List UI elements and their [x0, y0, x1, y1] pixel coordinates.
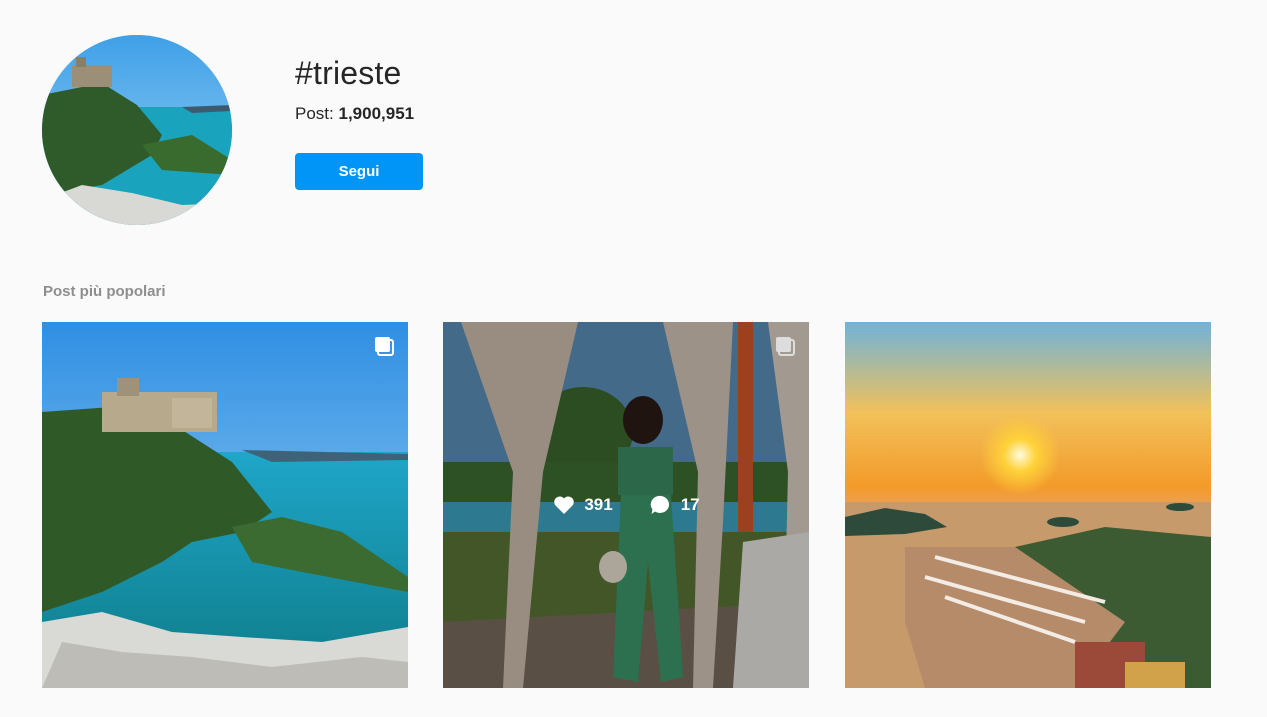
follow-button[interactable]: Segui: [295, 153, 423, 190]
post-hover-overlay: 391 17: [443, 322, 809, 688]
hashtag-title: #trieste: [295, 55, 402, 91]
likes-count: 391: [584, 495, 613, 514]
carousel-icon: [375, 337, 394, 356]
post-count-label: Post:: [295, 104, 334, 123]
post-tile-2[interactable]: 391 17: [443, 322, 809, 688]
hashtag-header: #trieste Post: 1,900,951 Segui: [42, 35, 1222, 235]
hashtag-info: #trieste Post: 1,900,951 Segui: [295, 53, 423, 190]
heart-icon: [554, 496, 575, 514]
post-tile-3[interactable]: [845, 322, 1211, 688]
post-tile-1[interactable]: [42, 322, 408, 688]
likes-stat: 391: [552, 493, 613, 517]
comment-icon: [650, 495, 669, 514]
carousel-icon: [776, 337, 795, 356]
top-posts-heading: Post più popolari: [43, 283, 166, 300]
castle-coast-photo: [42, 322, 408, 688]
post-count: Post: 1,900,951: [295, 103, 423, 125]
sunset-marina-photo: [845, 322, 1211, 688]
comments-count: 17: [680, 495, 700, 514]
comments-stat: 17: [649, 493, 700, 517]
hashtag-avatar: [42, 35, 232, 225]
post-count-value: 1,900,951: [338, 104, 415, 123]
